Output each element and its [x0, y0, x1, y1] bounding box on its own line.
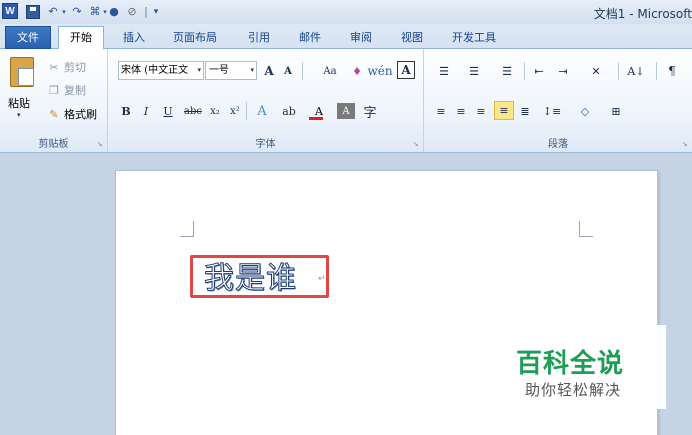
- clipboard-group: 粘贴 ▾ ✂ 剪切 ❐ 复制 ✎ 格式刷 剪贴板 ↘: [0, 49, 108, 152]
- clipboard-launcher-icon[interactable]: ↘: [95, 140, 104, 149]
- separator: [656, 62, 657, 80]
- paste-dropdown-icon[interactable]: ▾: [17, 111, 21, 119]
- ribbon-tab-bar: 文件 开始 插入 页面布局 引用 邮件 审阅 视图 开发工具: [0, 24, 692, 50]
- align-center-button[interactable]: ≡: [452, 101, 470, 121]
- justify-button[interactable]: ≡: [494, 101, 514, 120]
- watermark-title: 百科全说: [516, 349, 625, 379]
- italic-button[interactable]: I: [138, 101, 154, 121]
- tab-file[interactable]: 文件: [5, 26, 51, 49]
- character-shading-button[interactable]: A: [337, 103, 355, 119]
- tab-insert[interactable]: 插入: [117, 28, 151, 49]
- paste-icon: [10, 57, 34, 87]
- text-effects-button[interactable]: A: [250, 101, 274, 121]
- title-bar: W ↶ ▾ ↷ ⌘ ▾ ● ⊘ | ▾ 文档1 - Microsoft: [0, 0, 692, 24]
- line-spacing-button[interactable]: ↕≡: [539, 101, 565, 121]
- font-color-label: A: [315, 104, 323, 118]
- separator: [302, 62, 303, 80]
- copy-label: 复制: [64, 84, 86, 97]
- tab-view[interactable]: 视图: [395, 28, 429, 49]
- align-right-button[interactable]: ≡: [472, 101, 490, 121]
- distribute-button[interactable]: ≣: [516, 101, 534, 121]
- format-painter-label: 格式刷: [64, 108, 97, 121]
- shrink-font-button[interactable]: A: [280, 61, 296, 81]
- tab-mailings[interactable]: 邮件: [293, 28, 327, 49]
- enclosed-characters-button[interactable]: 字: [360, 101, 380, 121]
- undo-icon[interactable]: ↶: [46, 3, 60, 20]
- margin-corner-left: [180, 221, 194, 237]
- bullets-button[interactable]: ☰: [432, 61, 456, 81]
- format-painter-button[interactable]: ✎ 格式刷: [46, 104, 97, 124]
- change-case-button[interactable]: Aa: [316, 61, 344, 81]
- chevron-down-icon: ▾: [250, 66, 254, 74]
- clear-formatting-icon[interactable]: ♦: [348, 61, 366, 81]
- watermark: 百科全说 助你轻松解决: [504, 325, 666, 409]
- format-icon[interactable]: ⌘: [88, 3, 102, 20]
- font-name-select[interactable]: 宋体 (中文正文 ▾: [118, 61, 204, 80]
- strikethrough-button[interactable]: abc: [182, 101, 204, 121]
- ribbon: 粘贴 ▾ ✂ 剪切 ❐ 复制 ✎ 格式刷 剪贴板 ↘ 字体 ↘ 宋体 (中文正文…: [0, 49, 692, 153]
- highlight-box: [190, 255, 329, 298]
- copy-icon: ❐: [49, 83, 59, 97]
- word-logo-icon[interactable]: W: [2, 3, 18, 19]
- font-color-button[interactable]: A: [305, 101, 333, 121]
- font-size-select[interactable]: 一号 ▾: [205, 61, 257, 80]
- paragraph-group-label: 段落: [548, 139, 568, 150]
- phonetic-guide-button[interactable]: wén: [367, 61, 392, 81]
- multilevel-list-button[interactable]: ☰: [494, 61, 520, 81]
- window-title: 文档1 - Microsoft: [593, 7, 692, 21]
- borders-button[interactable]: ⊞: [602, 101, 630, 121]
- decrease-indent-button[interactable]: ⇤: [529, 61, 549, 81]
- paste-button[interactable]: 粘贴 ▾: [4, 55, 40, 125]
- font-size-value: 一号: [209, 65, 229, 76]
- chevron-down-icon: ▾: [197, 66, 201, 74]
- scissors-icon: ✂: [49, 60, 59, 74]
- separator: [524, 62, 525, 80]
- sort-button[interactable]: A↓: [626, 61, 646, 81]
- redo-icon[interactable]: ↷: [70, 3, 84, 20]
- font-color-swatch: [309, 117, 323, 120]
- character-border-button[interactable]: A: [397, 61, 415, 79]
- numbering-button[interactable]: ☰: [462, 61, 486, 81]
- grow-font-button[interactable]: A: [260, 61, 278, 81]
- superscript-button[interactable]: x²: [226, 101, 244, 121]
- cut-button[interactable]: ✂ 剪切: [46, 57, 86, 77]
- paste-label: 粘贴: [8, 97, 30, 110]
- separator: [246, 102, 247, 120]
- tab-home[interactable]: 开始: [58, 26, 104, 50]
- undo-dropdown-icon[interactable]: ▾: [60, 3, 68, 20]
- align-left-button[interactable]: ≡: [432, 101, 450, 121]
- customize-quick-access-icon[interactable]: ▾: [151, 3, 161, 20]
- tab-review[interactable]: 审阅: [344, 28, 378, 49]
- font-group-label: 字体: [255, 139, 276, 150]
- margin-corner-right: [579, 221, 593, 237]
- clear-icon[interactable]: ⊘: [124, 3, 140, 20]
- tab-developer[interactable]: 开发工具: [446, 28, 502, 49]
- tab-references[interactable]: 引用: [242, 28, 276, 49]
- clipboard-group-label: 剪贴板: [38, 139, 69, 150]
- chinese-layout-button[interactable]: ✕: [582, 61, 610, 81]
- text-highlight-button[interactable]: ab: [276, 101, 302, 121]
- watermark-subtitle: 助你轻松解决: [525, 381, 622, 399]
- copy-button[interactable]: ❐ 复制: [46, 80, 86, 100]
- show-marks-button[interactable]: ¶: [664, 61, 680, 81]
- increase-indent-button[interactable]: ⇥: [553, 61, 573, 81]
- color-icon[interactable]: ●: [107, 3, 121, 20]
- cut-label: 剪切: [64, 61, 86, 74]
- quick-access-separator: |: [144, 5, 148, 18]
- bold-button[interactable]: B: [118, 101, 134, 121]
- underline-button[interactable]: U: [158, 101, 178, 121]
- subscript-button[interactable]: x₂: [206, 101, 224, 121]
- save-icon[interactable]: [26, 5, 40, 19]
- font-launcher-icon[interactable]: ↘: [411, 140, 420, 149]
- separator: [618, 62, 619, 80]
- font-name-value: 宋体 (中文正文: [121, 65, 189, 76]
- brush-icon: ✎: [49, 107, 59, 121]
- paragraph-launcher-icon[interactable]: ↘: [680, 140, 689, 149]
- tab-page-layout[interactable]: 页面布局: [167, 28, 223, 49]
- shading-button[interactable]: ◇: [571, 101, 599, 121]
